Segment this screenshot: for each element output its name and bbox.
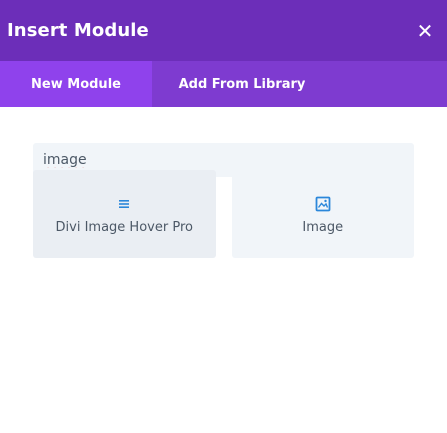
tab-add-from-library[interactable]: Add From Library	[152, 61, 332, 107]
module-card-divi-image-hover-pro[interactable]: Divi Image Hover Pro	[33, 170, 216, 258]
search-input[interactable]	[43, 152, 414, 168]
modal-header: Insert Module ✕	[0, 0, 447, 61]
close-icon[interactable]: ✕	[415, 19, 435, 43]
module-label: Divi Image Hover Pro	[55, 219, 193, 235]
image-icon	[315, 194, 331, 214]
tab-new-module[interactable]: New Module	[0, 61, 152, 107]
tab-bar: New Module Add From Library	[0, 61, 447, 107]
module-card-image[interactable]: Image	[231, 170, 414, 258]
module-label: Image	[302, 219, 344, 235]
insert-module-modal: Insert Module ✕ New Module Add From Libr…	[0, 0, 447, 433]
modal-title: Insert Module	[7, 20, 149, 41]
module-list: Divi Image Hover Pro Image	[33, 170, 414, 258]
hamburger-menu-icon	[118, 194, 130, 214]
